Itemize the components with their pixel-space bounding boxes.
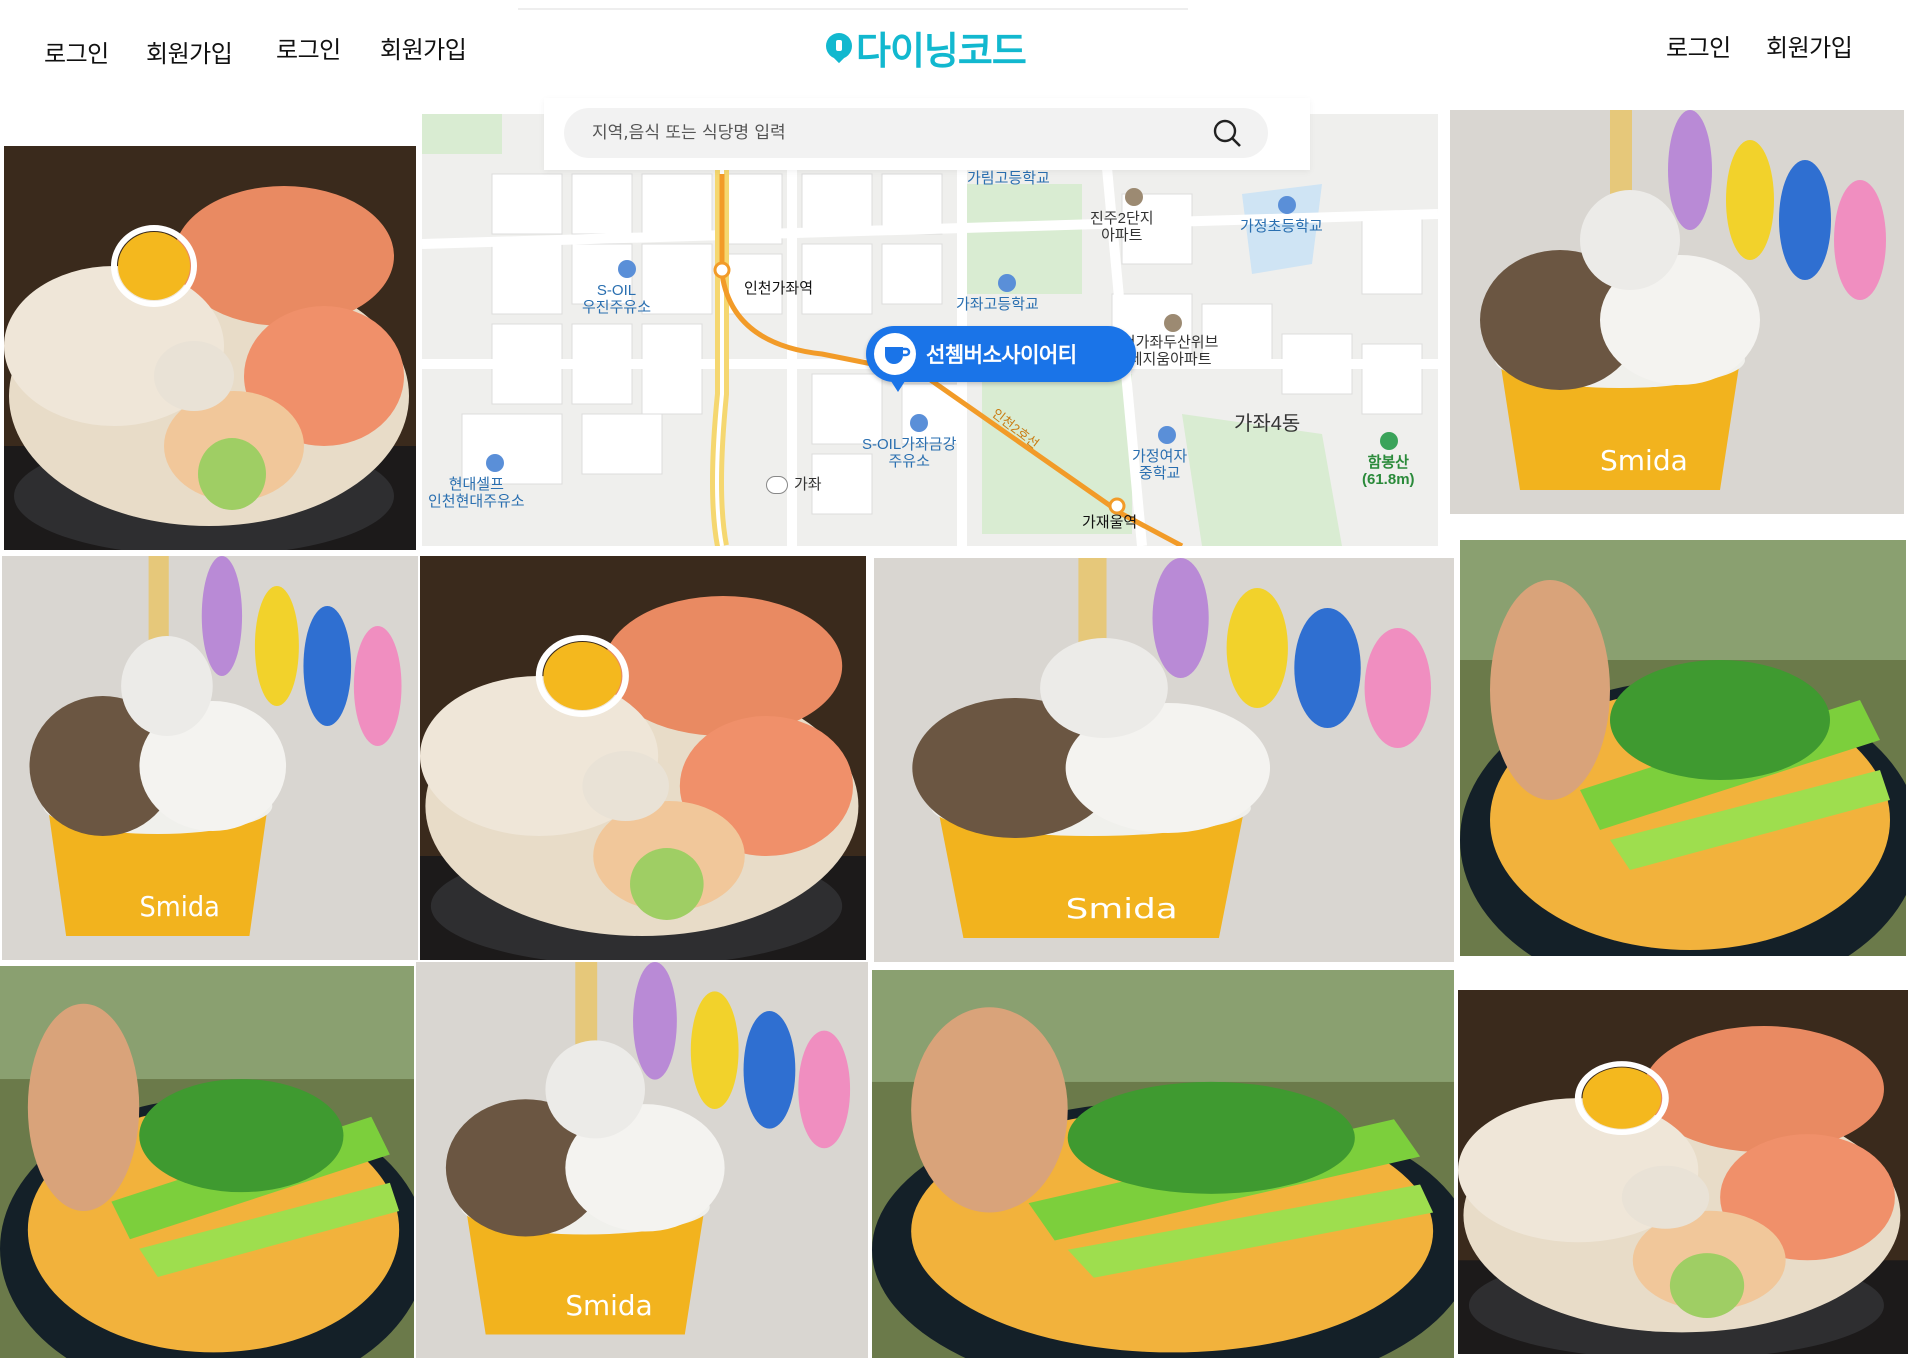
food-photo[interactable] [1460, 540, 1906, 956]
map-label: 가좌고등학교 [956, 296, 1039, 313]
restaurant-pin[interactable]: 선쳄버소사이어티 [866, 326, 1136, 382]
curry-noodle-bowl-image [0, 966, 414, 1358]
map-label: 진주2단지 아파트 [1090, 210, 1154, 244]
school-icon [1158, 426, 1176, 444]
restaurant-name: 선쳄버소사이어티 [926, 343, 1077, 367]
login-link[interactable]: 로그인 [1666, 28, 1731, 63]
location-pin-icon [826, 32, 852, 63]
school-icon [1278, 196, 1296, 214]
search-input[interactable] [592, 123, 1192, 143]
map-label: 현대셀프 인천현대주유소 [428, 476, 525, 510]
gas-station-icon [618, 260, 636, 278]
signup-link[interactable]: 회원가입 [1766, 28, 1853, 63]
search-field-wrapper [564, 108, 1268, 158]
map-label: 가정여자 중학교 [1132, 448, 1188, 482]
mountain-icon [1380, 432, 1398, 450]
map-label: S-OIL가좌금강 주유소 [862, 436, 957, 470]
ice-cream-cup-image: Smida [1450, 110, 1904, 514]
ic-badge-icon [766, 476, 788, 494]
ice-cream-cup-image: Smida [416, 962, 868, 1358]
site-logo[interactable]: 다이닝코드 [826, 20, 1027, 75]
salmon-scallop-bowl-image [1458, 990, 1908, 1354]
food-photo[interactable] [4, 146, 416, 550]
login-link[interactable]: 로그인 [276, 30, 341, 65]
header-divider [518, 8, 1188, 10]
map-label: 가정초등학교 [1240, 218, 1323, 235]
svg-text:Smida: Smida [1066, 892, 1178, 925]
pin-tail [889, 378, 907, 392]
food-photo[interactable]: Smida [1450, 110, 1904, 514]
signup-link[interactable]: 회원가입 [380, 30, 467, 65]
food-photo[interactable] [0, 966, 414, 1358]
gas-station-icon [910, 414, 928, 432]
food-photo[interactable] [872, 970, 1454, 1358]
curry-noodle-bowl-image [872, 970, 1454, 1358]
map-label: 가림고등학교 [967, 170, 1050, 187]
curry-noodle-bowl-image [1460, 540, 1906, 956]
map-label: 함봉산 (61.8m) [1362, 454, 1415, 488]
map-label: 가좌4동 [1234, 413, 1301, 435]
salmon-scallop-bowl-image [420, 556, 866, 960]
ice-cream-cup-image: Smida [874, 558, 1454, 962]
food-photo[interactable] [1458, 990, 1908, 1354]
search-icon[interactable] [1212, 118, 1242, 148]
cafe-cup-icon [874, 333, 916, 375]
search-bar [544, 98, 1310, 170]
logo-text: 다이닝코드 [856, 29, 1027, 73]
map-label: 가재울역 [1082, 514, 1138, 531]
map-label: 인천가좌역 [744, 280, 814, 297]
map-label: S-OIL 우진주유소 [582, 282, 652, 316]
food-photo[interactable]: Smida [2, 556, 418, 960]
svg-text:Smida: Smida [565, 1289, 652, 1322]
login-link[interactable]: 로그인 [44, 34, 109, 69]
food-photo[interactable]: Smida [874, 558, 1454, 962]
food-photo[interactable] [420, 556, 866, 960]
school-icon [998, 274, 1016, 292]
apartment-icon [1125, 188, 1143, 206]
salmon-scallop-bowl-image [4, 146, 416, 550]
svg-text:Smida: Smida [139, 891, 219, 923]
map-label: 가좌 [794, 476, 822, 493]
signup-link[interactable]: 회원가입 [146, 34, 233, 69]
food-photo[interactable]: Smida [416, 962, 868, 1358]
svg-text:Smida: Smida [1600, 444, 1688, 477]
gas-station-icon [486, 454, 504, 472]
ice-cream-cup-image: Smida [2, 556, 418, 960]
apartment-icon [1164, 314, 1182, 332]
